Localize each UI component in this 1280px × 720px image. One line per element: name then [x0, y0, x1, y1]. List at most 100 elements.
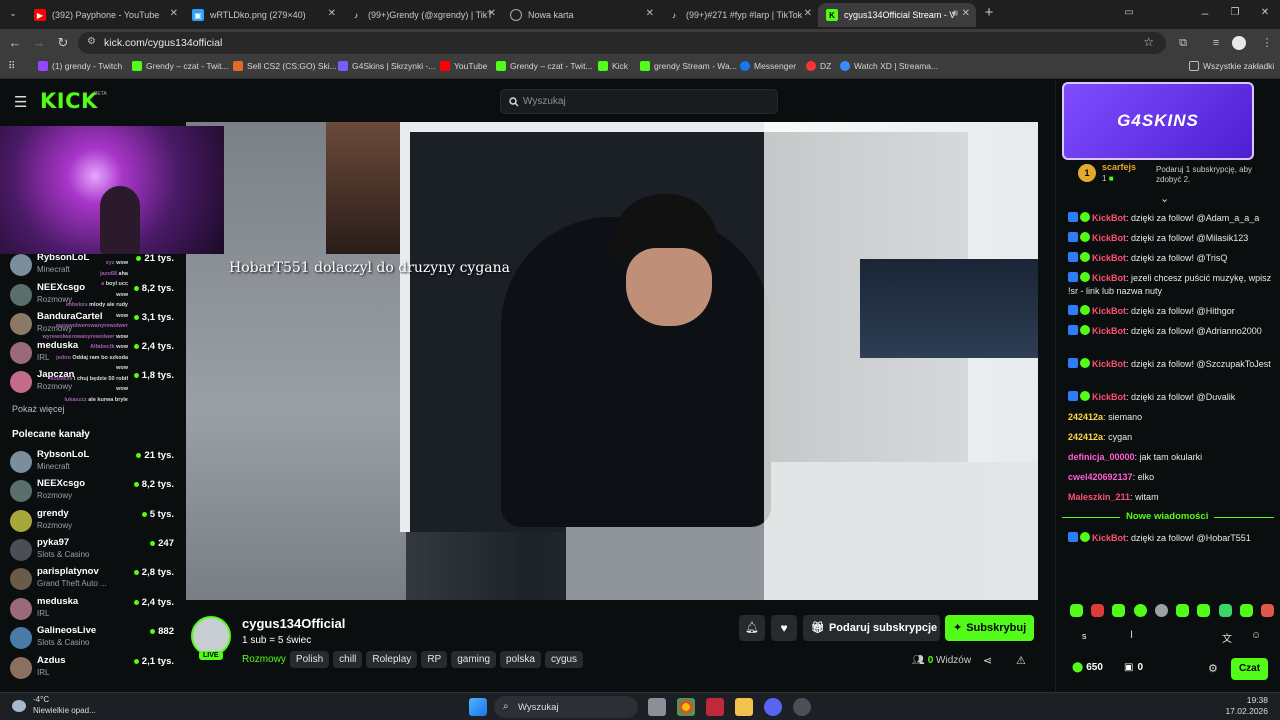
- chat-username[interactable]: KickBot: [1092, 253, 1126, 263]
- gift-sub-button[interactable]: 🎁︎ Podaruj subskrypcje: [803, 615, 940, 641]
- weather-text[interactable]: Niewielkie opad...: [33, 706, 96, 715]
- recommended-channel[interactable]: Azdus IRL 2,1 tys.: [10, 655, 180, 683]
- bookmark-2[interactable]: Grendy – czat - Twit...: [132, 61, 229, 71]
- bookmark-3[interactable]: Sell CS2 (CS:GO) Ski...: [233, 61, 337, 71]
- weather-icon[interactable]: [12, 700, 26, 712]
- tag[interactable]: gaming: [451, 651, 497, 668]
- recommended-channel[interactable]: NEEXcsgo Rozmowy 8,2 tys.: [10, 478, 180, 506]
- tag[interactable]: cygus: [544, 651, 584, 668]
- new-tab-button[interactable]: +: [980, 4, 998, 22]
- chat-username[interactable]: KickBot: [1092, 359, 1126, 369]
- window-close-button[interactable]: ✕: [1256, 4, 1274, 22]
- chat-username[interactable]: KickBot: [1092, 392, 1126, 402]
- emote-icon[interactable]: [1091, 604, 1105, 617]
- chrome-taskbar-icon[interactable]: [677, 698, 695, 716]
- task-view-icon[interactable]: [648, 698, 666, 716]
- share-icon[interactable]: ⋖: [983, 654, 992, 667]
- chat-settings-gear-icon[interactable]: ⚙: [1208, 662, 1218, 675]
- close-icon[interactable]: ✕: [962, 8, 970, 19]
- bookmark-6[interactable]: Grendy – czat - Twit...: [496, 61, 593, 71]
- recommended-channel[interactable]: parisplatynov Grand Theft Auto ... 2,8 t…: [10, 566, 180, 594]
- chat-username[interactable]: KickBot: [1092, 306, 1126, 316]
- notification-bell-button[interactable]: 🔔︎: [739, 615, 765, 641]
- emote-icon[interactable]: [1112, 604, 1126, 617]
- tag[interactable]: polska: [500, 651, 541, 668]
- tag[interactable]: Roleplay: [366, 651, 418, 668]
- chat-username[interactable]: KickBot: [1092, 213, 1126, 223]
- follow-heart-button[interactable]: ♥: [771, 615, 797, 641]
- chat-username[interactable]: 242412a: [1068, 432, 1103, 442]
- recommended-channel[interactable]: pyka97 Slots & Casino 247: [10, 537, 180, 565]
- close-icon[interactable]: ✕: [328, 8, 336, 19]
- chat-username[interactable]: KickBot: [1092, 533, 1126, 543]
- kick-logo[interactable]: KICK: [40, 89, 98, 113]
- close-icon[interactable]: ✕: [646, 8, 654, 19]
- collapse-chevron-icon[interactable]: ⌄: [1160, 192, 1169, 205]
- taskbar-search[interactable]: ⌕ Wyszukaj: [494, 696, 638, 718]
- bookmark-11[interactable]: Watch XD | Streama...: [840, 61, 938, 71]
- menu-kebab-icon[interactable]: ⋮: [1258, 34, 1276, 52]
- file-explorer-icon[interactable]: [735, 698, 753, 716]
- video-player[interactable]: HobarT551 dolaczyl do druzyny cygana: [186, 122, 1038, 600]
- send-chat-button[interactable]: Czat: [1231, 658, 1268, 680]
- tab-5[interactable]: ♪ (99+)#271 #fyp #larp | TikTok ✕: [660, 3, 818, 27]
- hamburger-menu-icon[interactable]: ☰: [14, 93, 27, 111]
- tab-6-active[interactable]: K cygus134Official Stream - V 🔊︎ ✕: [818, 3, 976, 27]
- bookmark-10[interactable]: DZ: [806, 61, 831, 71]
- recommended-channel[interactable]: GalineosLive Slots & Casino 882: [10, 625, 180, 653]
- adobe-acrobat-icon[interactable]: [706, 698, 724, 716]
- emote-icon[interactable]: [1070, 604, 1083, 617]
- tab-search-icon[interactable]: ⌄: [4, 4, 22, 22]
- site-info-icon[interactable]: ⚙: [87, 36, 96, 47]
- tag[interactable]: RP: [421, 651, 448, 668]
- category-link[interactable]: Rozmowy: [242, 654, 286, 665]
- windows-start-icon[interactable]: [469, 698, 487, 716]
- sponsor-banner[interactable]: G4SKINS: [1062, 82, 1254, 160]
- profile-avatar[interactable]: [1232, 36, 1246, 50]
- bookmark-star-icon[interactable]: ☆: [1143, 35, 1154, 49]
- recommended-channel[interactable]: meduska IRL 2,4 tys.: [10, 596, 180, 624]
- chat-username[interactable]: Maleszkin_211: [1068, 492, 1130, 502]
- chat-username[interactable]: KickBot: [1092, 233, 1126, 243]
- bookmark-8[interactable]: grendy Stream - Wa...: [640, 61, 737, 71]
- clock-date[interactable]: 17.02.2026: [1222, 706, 1268, 716]
- bookmark-1[interactable]: (1) grendy - Twitch: [38, 61, 122, 71]
- address-bar[interactable]: ⚙ kick.com/cygus134official ☆: [78, 32, 1166, 54]
- discord-icon[interactable]: [764, 698, 782, 716]
- maximize-button[interactable]: ❐: [1226, 4, 1244, 22]
- extensions-icon[interactable]: ⧉: [1174, 34, 1192, 52]
- back-icon[interactable]: ←: [6, 34, 24, 52]
- rewards-count[interactable]: ▣ 0: [1124, 662, 1143, 673]
- tab-3[interactable]: ♪ (99+)Grendy (@xgrendy) | TikT ✕: [342, 3, 502, 27]
- profile-tab-icon[interactable]: ▭: [1120, 4, 1138, 22]
- chat-username[interactable]: definicja_00000: [1068, 452, 1135, 462]
- top-gifter-name[interactable]: scarfejs: [1102, 162, 1136, 172]
- chat-input[interactable]: s I 文 ☺: [1062, 625, 1274, 649]
- media-control-icon[interactable]: ≡: [1207, 34, 1225, 52]
- bookmark-4[interactable]: G4Skins | Skrzynki -...: [338, 61, 435, 71]
- emote-icon[interactable]: [1197, 604, 1211, 617]
- reload-icon[interactable]: ↻: [54, 34, 72, 52]
- emote-icon[interactable]: [1239, 604, 1253, 617]
- weather-temp[interactable]: -4°C: [33, 695, 49, 704]
- chat-username[interactable]: KickBot: [1092, 326, 1126, 336]
- minimize-button[interactable]: –: [1196, 4, 1214, 22]
- all-bookmarks[interactable]: Wszystkie zakładki: [1189, 61, 1274, 71]
- channel-avatar[interactable]: [191, 616, 231, 656]
- close-icon[interactable]: ✕: [488, 8, 496, 19]
- gift-prompt[interactable]: Podaruj 1 subskrypcję, aby zdobyć 2.: [1156, 165, 1266, 185]
- show-more-link[interactable]: Pokaż więcej: [12, 404, 65, 414]
- emote-icon[interactable]: [1260, 604, 1274, 617]
- close-icon[interactable]: ✕: [170, 8, 178, 19]
- emote-icon[interactable]: [1218, 604, 1232, 617]
- clock-time[interactable]: 19:38: [1230, 695, 1268, 705]
- subscribe-button[interactable]: ✦ Subskrybuj: [945, 615, 1034, 641]
- chat-username[interactable]: cwel420692137: [1068, 472, 1133, 482]
- close-icon[interactable]: ✕: [804, 8, 812, 19]
- forward-icon[interactable]: →: [30, 34, 48, 52]
- bookmark-7[interactable]: Kick: [598, 61, 628, 71]
- emoji-picker-icon[interactable]: ☺: [1251, 630, 1261, 641]
- chat-username[interactable]: KickBot: [1092, 273, 1126, 283]
- tab-1[interactable]: ▶ (392) Payphone - YouTube ✕: [26, 3, 184, 27]
- tab-2[interactable]: ▣ wRTLDko.png (279×40) ✕: [184, 3, 342, 27]
